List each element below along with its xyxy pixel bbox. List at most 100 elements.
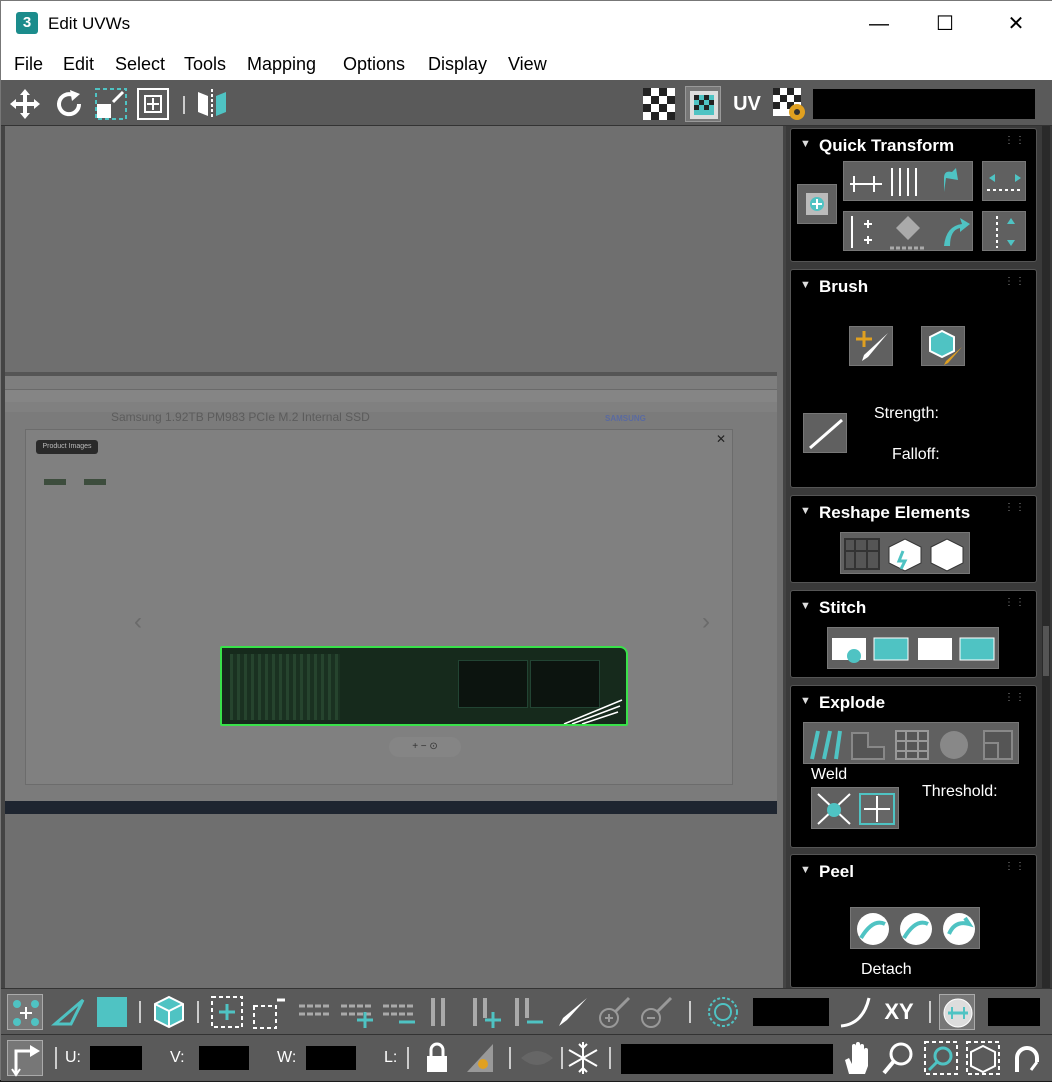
mirror-icon[interactable] [194, 86, 230, 122]
explode-icons[interactable] [804, 723, 1020, 765]
soft-selection-value-field[interactable] [753, 998, 829, 1026]
edge-distance-field[interactable] [988, 998, 1040, 1026]
ssd-uv-shell[interactable] [220, 646, 628, 726]
filter-selected-faces-icon[interactable] [463, 1040, 499, 1076]
paint-select-grow-icon[interactable] [595, 994, 631, 1030]
collapse-triangle-icon[interactable]: ▼ [800, 505, 811, 517]
toolbar-separator [181, 86, 187, 122]
space-vertical-icon[interactable] [982, 211, 1026, 251]
pan-hand-icon[interactable] [839, 1040, 875, 1076]
u-coordinate-field[interactable] [90, 1046, 142, 1070]
shrink-selection-icon[interactable] [251, 994, 287, 1030]
freeze-icon[interactable] [565, 1040, 601, 1076]
stitch-icons[interactable] [828, 628, 1000, 670]
ring-grow-icon[interactable] [467, 994, 503, 1030]
uv-editor-viewport[interactable]: Samsung 1.92TB PM983 PCIe M.2 Internal S… [5, 126, 783, 988]
align-horizontal-group [843, 161, 973, 201]
menu-display[interactable]: Display [428, 54, 487, 75]
menu-tools[interactable]: Tools [184, 54, 226, 75]
ring-select-icon[interactable] [425, 994, 461, 1030]
loop-grow-icon[interactable] [339, 994, 375, 1030]
weld-icons[interactable] [812, 788, 900, 830]
paint-select-shrink-icon[interactable] [637, 994, 673, 1030]
paint-relax-icon[interactable] [921, 326, 965, 366]
selection-set-dropdown[interactable] [621, 1044, 833, 1074]
peel-buttons-group [850, 907, 980, 949]
grip-icon[interactable]: ⋮⋮ [1004, 692, 1026, 703]
side-panel-scroll-thumb[interactable] [1043, 626, 1049, 676]
grip-icon[interactable]: ⋮⋮ [1004, 276, 1026, 287]
zoom-extents-icon[interactable] [965, 1040, 1001, 1076]
collapse-triangle-icon[interactable]: ▼ [800, 695, 811, 707]
space-horizontal-icon[interactable] [982, 161, 1026, 201]
v-coordinate-field[interactable] [199, 1046, 249, 1070]
reshape-elements-title[interactable]: Reshape Elements [819, 503, 970, 523]
move-icon[interactable] [7, 86, 43, 122]
grip-icon[interactable]: ⋮⋮ [1004, 597, 1026, 608]
paint-select-icon[interactable] [553, 994, 589, 1030]
select-edge-icon[interactable] [50, 994, 87, 1030]
quick-transform-title[interactable]: Quick Transform [819, 136, 954, 156]
edge-distance-icon[interactable] [939, 994, 975, 1030]
zoom-icon[interactable] [881, 1040, 917, 1076]
rotate-icon[interactable] [51, 86, 87, 122]
explode-buttons-group [803, 722, 1019, 764]
falloff-type-icon[interactable] [837, 994, 873, 1030]
freeform-mode-icon[interactable] [135, 86, 171, 122]
maximize-button[interactable]: ☐ [922, 9, 968, 39]
grip-icon[interactable]: ⋮⋮ [1004, 135, 1026, 146]
background-texture-image: Samsung 1.92TB PM983 PCIe M.2 Internal S… [5, 372, 777, 814]
ring-shrink-icon[interactable] [509, 994, 545, 1030]
grip-icon[interactable]: ⋮⋮ [1004, 502, 1026, 513]
scale-icon[interactable] [93, 86, 129, 122]
menu-mapping[interactable]: Mapping [247, 54, 316, 75]
paint-move-icon[interactable] [849, 326, 893, 366]
explode-title[interactable]: Explode [819, 693, 885, 713]
zoom-region-icon[interactable] [923, 1040, 959, 1076]
grow-selection-icon[interactable] [209, 994, 245, 1030]
collapse-triangle-icon[interactable]: ▼ [800, 864, 811, 876]
collapse-triangle-icon[interactable]: ▼ [800, 600, 811, 612]
loop-shrink-icon[interactable] [381, 994, 417, 1030]
collapse-triangle-icon[interactable]: ▼ [800, 279, 811, 291]
menu-select[interactable]: Select [115, 54, 165, 75]
loop-select-icon[interactable] [297, 994, 333, 1030]
select-element-icon[interactable] [151, 994, 187, 1030]
peel-title[interactable]: Peel [819, 862, 854, 882]
menu-file[interactable]: File [14, 54, 43, 75]
texture-zoom-controls: + − ⊙ [389, 737, 461, 757]
close-button[interactable]: ✕ [993, 9, 1039, 39]
minimize-button[interactable]: — [856, 9, 902, 39]
checker-settings-icon[interactable] [771, 86, 807, 122]
menu-options[interactable]: Options [343, 54, 405, 75]
menu-view[interactable]: View [508, 54, 547, 75]
checker-pattern-icon[interactable] [641, 86, 677, 122]
w-coordinate-label: W: [277, 1049, 297, 1066]
menu-edit[interactable]: Edit [63, 54, 94, 75]
texture-dropdown[interactable] [813, 89, 1035, 119]
falloff-curve-icon[interactable] [803, 413, 847, 453]
show-map-icon[interactable] [685, 86, 721, 122]
select-vertex-icon[interactable] [7, 994, 43, 1030]
absolute-offset-icon[interactable] [7, 1040, 43, 1077]
straighten-relax-icons[interactable] [841, 533, 971, 575]
grip-icon[interactable]: ⋮⋮ [1004, 861, 1026, 872]
w-coordinate-field[interactable] [306, 1046, 356, 1070]
texture-product-images-label: Product Images [36, 440, 98, 454]
texture-product-modal: Product Images ✕ ‹ › + − ⊙ [25, 429, 733, 785]
collapse-triangle-icon[interactable]: ▼ [800, 138, 811, 150]
hide-icon[interactable] [519, 1040, 555, 1076]
xy-axis-toggle[interactable]: XY [881, 994, 917, 1030]
lock-selection-icon[interactable] [419, 1040, 455, 1076]
uv-mode-label[interactable]: UV [729, 86, 765, 122]
brush-title[interactable]: Brush [819, 277, 868, 297]
peel-icons[interactable] [851, 908, 981, 950]
side-panel-scrollbar[interactable] [1042, 126, 1050, 988]
texture-thumbnail [84, 479, 106, 485]
soft-selection-icon[interactable] [705, 994, 741, 1030]
select-face-icon[interactable] [94, 994, 130, 1030]
stitch-title[interactable]: Stitch [819, 598, 866, 618]
ssd-nand-chip [458, 660, 528, 708]
snap-icon[interactable] [1009, 1040, 1045, 1076]
set-pivot-icon[interactable] [797, 184, 837, 224]
